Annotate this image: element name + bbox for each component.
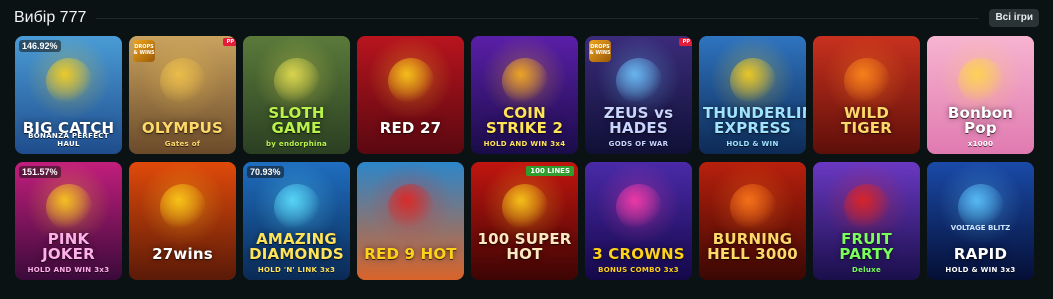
game-tile[interactable]: 146.92% BIG CATCH BONANZA PERFECT HAUL xyxy=(15,36,122,154)
rtp-badge: 151.57% xyxy=(19,166,61,178)
game-tile[interactable]: 151.57% PINK JOKER HOLD AND WIN 3x3 xyxy=(15,162,122,280)
game-emblem xyxy=(273,57,320,104)
game-tile[interactable]: RED 27 xyxy=(357,36,464,154)
game-tile[interactable]: RED 9 HOT xyxy=(357,162,464,280)
game-tile[interactable]: SLOTH GAME by endorphina xyxy=(243,36,350,154)
drops-and-wins-badge: DROPS & WINS xyxy=(589,40,611,62)
all-games-button[interactable]: Всі ігри xyxy=(989,9,1039,27)
header-divider xyxy=(96,17,980,19)
game-tile[interactable]: Bonbon Pop x1000 xyxy=(927,36,1034,154)
game-emblem xyxy=(843,183,890,230)
game-emblem xyxy=(273,183,320,230)
provider-ribbon: PP xyxy=(678,38,692,46)
game-emblem xyxy=(387,57,434,104)
game-emblem xyxy=(957,183,1004,230)
game-subtitle: x1000 xyxy=(967,140,994,148)
game-emblem xyxy=(501,57,548,104)
game-tile[interactable]: FRUIT PARTY Deluxe xyxy=(813,162,920,280)
game-title: PINK JOKER xyxy=(42,230,95,263)
game-title: THUNDERLINE EXPRESS xyxy=(703,104,806,137)
game-tile[interactable]: 70.93% AMAZING DIAMONDS HOLD 'N' LINK 3x3 xyxy=(243,162,350,280)
game-subtitle: Deluxe xyxy=(851,266,881,274)
game-emblem xyxy=(957,57,1004,104)
game-title: 27wins xyxy=(152,245,213,263)
game-brand: VOLTAGE BLITZ xyxy=(950,224,1011,232)
game-tile[interactable]: WILD TIGER xyxy=(813,36,920,154)
provider-ribbon: PP xyxy=(222,38,236,46)
lines-badge: 100 LINES xyxy=(526,166,574,176)
game-tile[interactable]: DROPS & WINS PP ZEUS vs HADES GODS OF WAR xyxy=(585,36,692,154)
game-subtitle: by endorphina xyxy=(265,140,327,148)
section-title: Вибір 777 xyxy=(14,9,87,26)
game-title: ZEUS vs HADES xyxy=(603,104,674,137)
game-subtitle: HOLD & WIN 3x3 xyxy=(945,266,1016,274)
game-tile[interactable]: VOLTAGE BLITZ RAPID HOLD & WIN 3x3 xyxy=(927,162,1034,280)
game-emblem xyxy=(501,183,548,230)
game-title: RAPID xyxy=(953,245,1008,263)
game-tile[interactable]: BURNING HELL 3000 xyxy=(699,162,806,280)
game-title: 3 CROWNS xyxy=(592,245,685,263)
game-subtitle: BONUS COMBO 3x3 xyxy=(598,266,679,274)
game-tile[interactable]: DROPS & WINS PP OLYMPUS Gates of xyxy=(129,36,236,154)
game-title: Bonbon Pop xyxy=(947,104,1014,137)
game-emblem xyxy=(615,183,662,230)
section-header: Вибір 777 Всі ігри xyxy=(14,6,1039,30)
game-title: BURNING HELL 3000 xyxy=(707,230,798,263)
game-emblem xyxy=(843,57,890,104)
game-title: RED 27 xyxy=(379,119,442,137)
game-subtitle: HOLD 'N' LINK 3x3 xyxy=(257,266,336,274)
game-title: SLOTH GAME xyxy=(268,104,325,137)
game-subtitle: HOLD & WIN xyxy=(726,140,779,148)
game-emblem xyxy=(729,57,776,104)
drops-and-wins-badge: DROPS & WINS xyxy=(133,40,155,62)
game-tile[interactable]: 100 LINES 100 SUPER HOT xyxy=(471,162,578,280)
game-subtitle: HOLD AND WIN 3x4 xyxy=(483,140,566,148)
game-title: RED 9 HOT xyxy=(364,245,457,263)
game-emblem xyxy=(159,183,206,230)
game-emblem xyxy=(387,183,434,230)
game-emblem xyxy=(615,57,662,104)
game-emblem xyxy=(159,57,206,104)
game-emblem xyxy=(45,57,92,104)
game-title: 100 SUPER HOT xyxy=(477,230,572,263)
game-title: OLYMPUS xyxy=(141,119,224,137)
game-subtitle: Gates of xyxy=(164,140,201,148)
game-tile[interactable]: 27wins xyxy=(129,162,236,280)
game-title: WILD TIGER xyxy=(841,104,892,137)
game-subtitle: HOLD AND WIN 3x3 xyxy=(27,266,110,274)
game-tile[interactable]: COIN STRIKE 2 HOLD AND WIN 3x4 xyxy=(471,36,578,154)
game-title: FRUIT PARTY xyxy=(839,230,894,263)
rtp-badge: 146.92% xyxy=(19,40,61,52)
game-subtitle: BONANZA PERFECT HAUL xyxy=(28,132,109,148)
rtp-badge: 70.93% xyxy=(247,166,284,178)
game-tile[interactable]: 3 CROWNS BONUS COMBO 3x3 xyxy=(585,162,692,280)
game-title: AMAZING DIAMONDS xyxy=(249,230,344,263)
game-subtitle: GODS OF WAR xyxy=(608,140,669,148)
game-tile[interactable]: THUNDERLINE EXPRESS HOLD & WIN xyxy=(699,36,806,154)
games-grid: 146.92% BIG CATCH BONANZA PERFECT HAUL DROP… xyxy=(15,36,1034,280)
game-emblem xyxy=(729,183,776,230)
game-emblem xyxy=(45,183,92,230)
game-title: COIN STRIKE 2 xyxy=(485,104,564,137)
